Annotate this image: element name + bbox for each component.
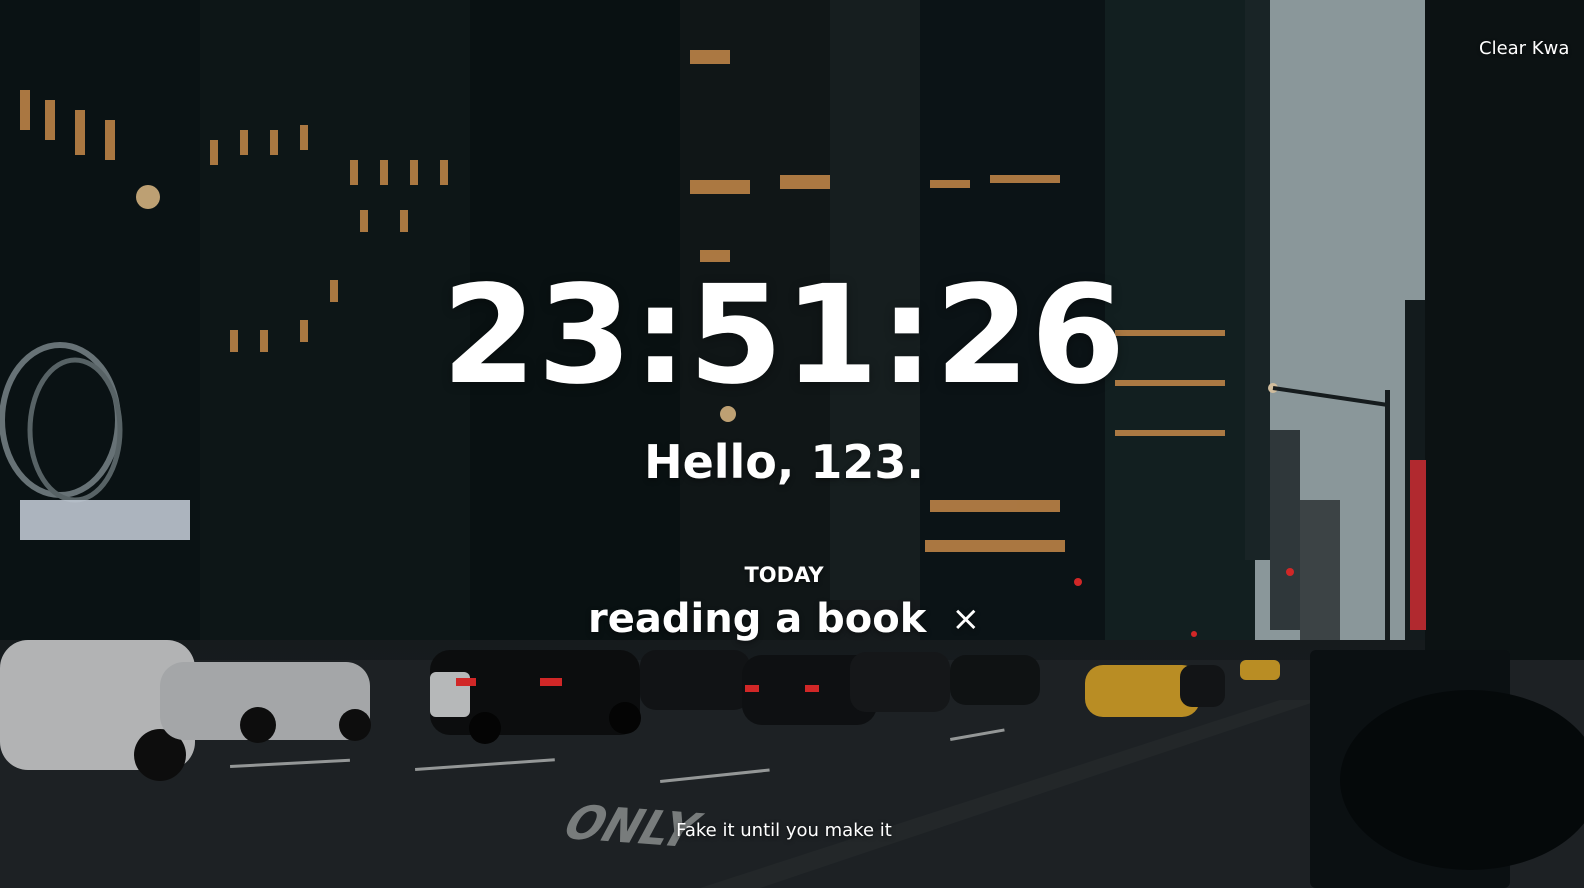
focus-row: reading a book × (0, 596, 1568, 642)
focus-label: TODAY (744, 563, 824, 587)
close-icon[interactable]: × (951, 599, 980, 639)
daily-quote[interactable]: Fake it until you make it (0, 820, 1568, 841)
weather-widget[interactable]: Clear Kwa (1479, 38, 1569, 59)
clock-time: 23:51:26 (441, 257, 1127, 415)
greeting-text: Hello, 123. (644, 435, 924, 489)
focus-task[interactable]: reading a book (588, 596, 926, 642)
